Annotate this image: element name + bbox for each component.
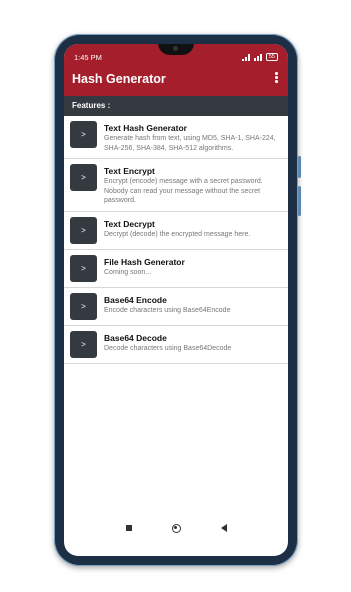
item-title: Base64 Encode xyxy=(104,294,167,305)
list-item-base64-encode[interactable]: > Base64 Encode Encode characters using … xyxy=(64,287,288,326)
list-item-file-hash-generator[interactable]: > File Hash Generator Coming soon... xyxy=(64,249,288,288)
list-item-text-hash-generator[interactable]: > Text Hash Generator Generate hash from… xyxy=(64,116,288,159)
recents-icon[interactable] xyxy=(125,525,132,531)
list-item-text-decrypt[interactable]: > Text Decrypt Decrypt (decode) the encr… xyxy=(64,211,288,250)
item-description: Decrypt (decode) the encrypted message h… xyxy=(104,230,251,238)
item-title: File Hash Generator xyxy=(104,256,185,267)
home-icon[interactable] xyxy=(171,523,181,533)
page-title: Hash Generator xyxy=(72,72,166,86)
section-header: Features : xyxy=(64,96,288,116)
navigation-bar xyxy=(64,518,288,538)
screen: 1:45 PM 55 Hash Generator Features : > T… xyxy=(64,44,288,556)
feature-list: > Text Hash Generator Generate hash from… xyxy=(64,116,288,364)
chevron-right-icon: > xyxy=(70,216,97,244)
item-description: Decode characters using Base64Decode xyxy=(104,344,232,352)
item-description: Encrypt (encode) message with a secret p… xyxy=(104,178,263,204)
item-title: Text Decrypt xyxy=(104,218,155,229)
app-bar: 1:45 PM 55 Hash Generator xyxy=(64,44,288,96)
chevron-right-icon: > xyxy=(70,164,97,191)
list-item-text-encrypt[interactable]: > Text Encrypt Encrypt (encode) message … xyxy=(64,159,288,212)
chevron-right-icon: > xyxy=(70,254,97,282)
item-title: Text Hash Generator xyxy=(104,123,187,133)
chevron-right-icon: > xyxy=(70,121,97,148)
chevron-right-icon: > xyxy=(70,330,97,358)
item-description: Coming soon... xyxy=(104,268,152,276)
overflow-menu-icon[interactable] xyxy=(275,72,278,84)
volume-button xyxy=(298,156,301,178)
wifi-icon xyxy=(253,53,263,61)
chevron-right-icon: > xyxy=(70,292,97,320)
item-title: Text Encrypt xyxy=(104,166,155,176)
item-title: Base64 Decode xyxy=(104,332,167,343)
item-description: Encode characters using Base64Encode xyxy=(104,306,231,314)
power-button xyxy=(298,186,301,216)
item-description: Generate hash from text, using MD5, SHA-… xyxy=(104,135,276,152)
back-icon[interactable] xyxy=(220,524,227,532)
signal-icon xyxy=(241,53,251,61)
status-time: 1:45 PM xyxy=(74,52,102,62)
list-item-base64-decode[interactable]: > Base64 Decode Decode characters using … xyxy=(64,325,288,364)
battery-icon: 55 xyxy=(265,53,278,61)
